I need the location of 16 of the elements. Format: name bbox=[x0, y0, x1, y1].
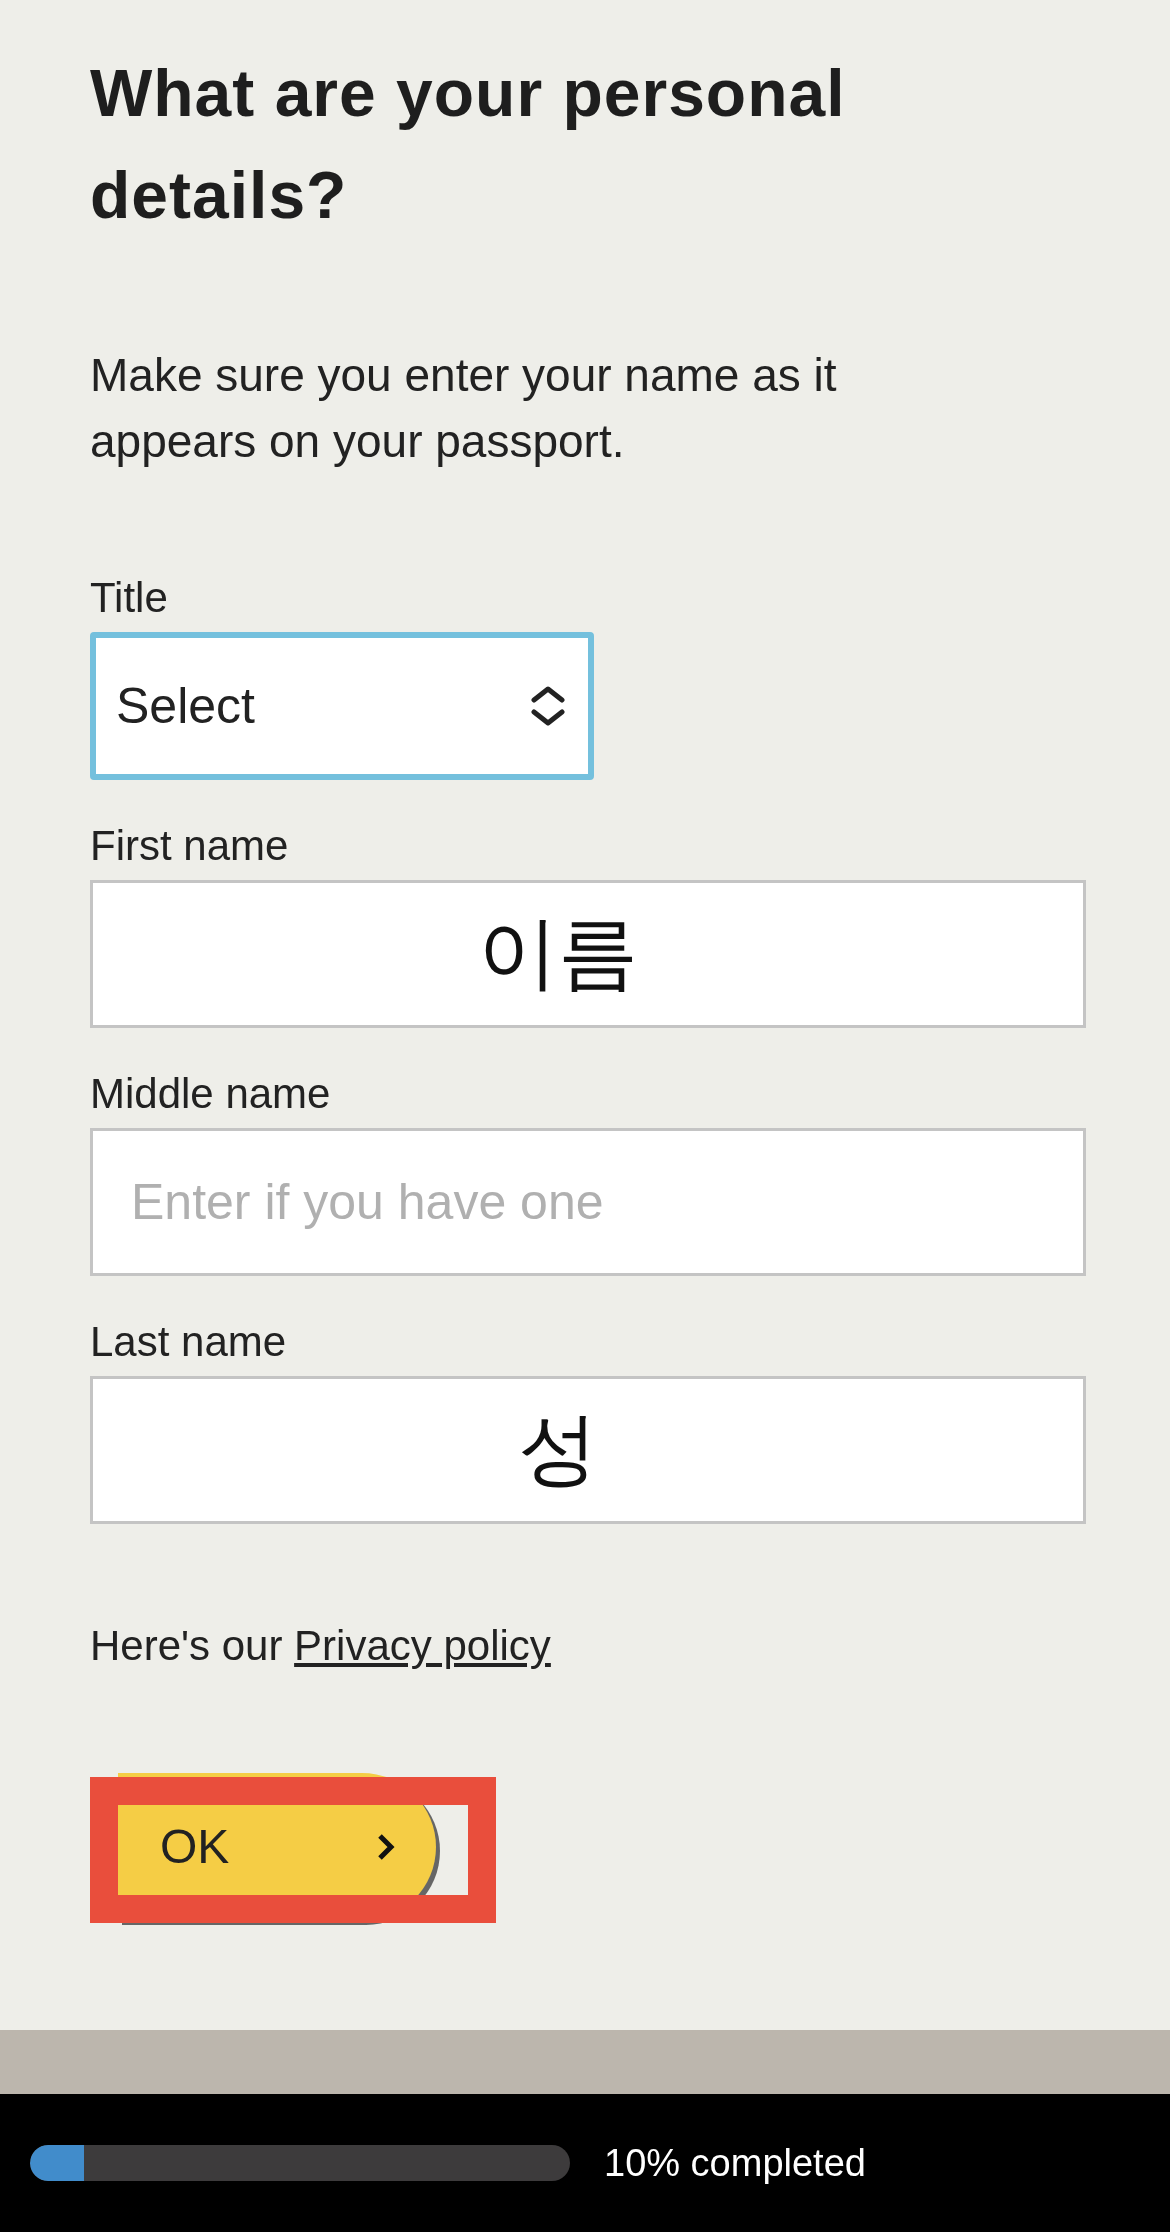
progress-label: 10% completed bbox=[604, 2140, 866, 2186]
privacy-text: Here's our Privacy policy bbox=[90, 1621, 552, 1671]
title-select[interactable]: Select bbox=[90, 632, 594, 780]
select-value: Select bbox=[116, 676, 255, 736]
field-label: First name bbox=[90, 821, 290, 871]
privacy-link[interactable]: Privacy policy bbox=[294, 1622, 551, 1669]
text-input[interactable]: 이름 bbox=[90, 880, 1086, 1028]
text-input[interactable]: Enter if you have one bbox=[90, 1128, 1086, 1276]
field-label: Last name bbox=[90, 1317, 288, 1367]
chevron-right-icon bbox=[376, 1832, 396, 1862]
text-input[interactable]: 성 bbox=[90, 1376, 1086, 1524]
intro-text: Make sure you enter your name as it appears on your passport. bbox=[90, 348, 838, 469]
field-label: Middle name bbox=[90, 1069, 332, 1119]
page-heading: What are your personal details? bbox=[90, 55, 847, 234]
chevron-updown-icon bbox=[530, 686, 566, 726]
field-label: Title bbox=[90, 573, 169, 623]
